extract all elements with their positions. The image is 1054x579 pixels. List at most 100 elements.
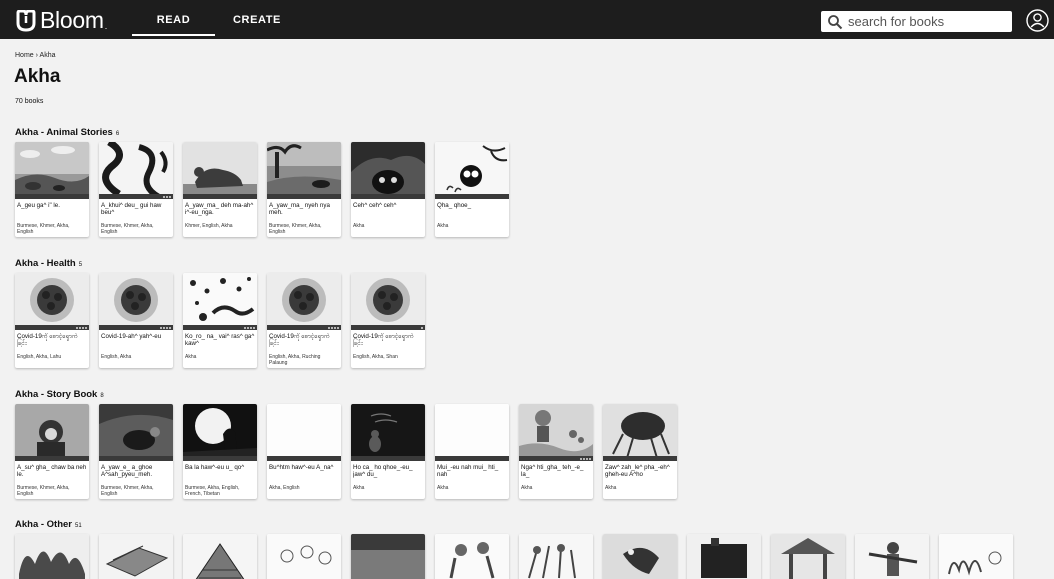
breadcrumb-home[interactable]: Home [15,52,34,59]
book-languages: Burmese, Khmer, Akha, English [269,223,322,235]
book-title: A_geu ga^ i" le. [17,202,60,209]
book-card[interactable]: A_geu ga^ i" le. Burmese, Khmer, Akha, E… [15,142,89,237]
section-count: 6 [115,131,120,137]
book-thumbnail [15,404,89,461]
book-languages: Burmese, Khmer, Akha, English [17,485,70,497]
book-title: Covid-19-ah^ yah^-eu [101,333,162,340]
logo-wordmark: Bloom [40,7,104,33]
book-languages: Burmese, Khmer, Akha, English [101,223,154,235]
book-thumbnail [855,534,929,579]
book-title: A_yaw_ma_ deh ma-ah^ i^-eu_nga. [185,202,254,216]
section-title-story-book[interactable]: Akha - Story Book 8 [15,389,104,400]
section-label: Akha - Animal Stories [15,127,113,138]
book-card[interactable]: Bu^htm haw^-eu A_na^ Akha, English [267,404,341,499]
book-card[interactable]: Covid-19ကို စောင့်ရှောက်ခြင်း English, A… [351,273,425,368]
book-card[interactable]: Covid-19ကို စောင့်ရှောက်ခြင်း English, A… [267,273,341,368]
book-card[interactable]: Nga^ hti_gha_ teh_-e_ la_ Akha [519,404,593,499]
search-icon[interactable] [827,14,843,30]
search-box[interactable] [821,11,1012,32]
book-thumbnail [603,404,677,461]
book-thumbnail [183,273,257,330]
book-thumbnail [603,534,677,579]
book-card[interactable]: Zaw^ zah_le^ pha_-eh^ gheh-eu A^ho Akha [603,404,677,499]
section-title-other[interactable]: Akha - Other 51 [15,519,82,530]
book-title: A_yaw_ma_ nyeh nya meh. [269,202,330,216]
book-languages: Akha [605,485,617,491]
book-thumbnail [267,273,341,330]
tab-read[interactable]: READ [132,0,215,39]
book-languages: Akha [353,223,365,229]
book-thumbnail [519,404,593,461]
tab-create[interactable]: CREATE [222,0,292,39]
book-card[interactable] [351,534,425,579]
book-card[interactable]: Covid-19-ah^ yah^-eu English, Akha [99,273,173,368]
book-card[interactable] [603,534,677,579]
book-thumbnail [15,534,89,579]
book-card[interactable]: Mui_-eu nah mui_ hti_ nah Akha [435,404,509,499]
search-input[interactable] [848,14,1008,29]
section-title-health[interactable]: Akha - Health 5 [15,258,82,269]
book-thumbnail [351,273,425,330]
book-title: Covid-19ကို စောင့်ရှောက်ခြင်း [17,333,78,347]
section-count: 8 [100,393,104,399]
book-thumbnail [519,534,593,579]
book-card[interactable]: A_khui^ deu_ gui haw beu^ Burmese, Khmer… [99,142,173,237]
book-thumbnail [687,534,761,579]
book-title: Mui_-eu nah mui_ hti_ nah [437,464,499,478]
book-card[interactable]: Ho ca_ ho qhoe_-eu_ jaw^ du_ Akha [351,404,425,499]
bloom-logo[interactable]: Bloom . [15,7,107,34]
book-row-health: Covid-19ကို စောင့်ရှောက်ခြင်း English, A… [15,273,425,368]
book-card[interactable] [183,534,257,579]
logo-dot: . [104,20,108,31]
book-languages: English, Akha [101,354,132,360]
book-card[interactable]: A_yaw_e_ a_ghoe A^sah_pyeu_meh. Burmese,… [99,404,173,499]
book-languages: Akha [185,354,197,360]
book-card[interactable] [267,534,341,579]
book-thumbnail [267,404,341,461]
book-languages: Khmer, English, Akha [185,223,233,229]
book-title: A_su^ gha_ chaw ba neh le. [17,464,87,478]
section-title-animal-stories[interactable]: Akha - Animal Stories 6 [15,127,119,138]
book-card[interactable] [99,534,173,579]
book-languages: English, Akha, Ruching Palaung [269,354,321,366]
book-card[interactable]: A_su^ gha_ chaw ba neh le. Burmese, Khme… [15,404,89,499]
book-row-animal-stories: A_geu ga^ i" le. Burmese, Khmer, Akha, E… [15,142,509,237]
book-card[interactable]: Ceh^ ceh^ ceh^ Akha [351,142,425,237]
book-card[interactable] [519,534,593,579]
book-title: Covid-19ကို စောင့်ရှောက်ခြင်း [353,333,414,347]
book-thumbnail [15,273,89,330]
section-label: Akha - Health [15,258,76,269]
section-count: 51 [75,523,82,529]
user-account-icon[interactable] [1026,9,1049,32]
book-card[interactable]: A_yaw_ma_ deh ma-ah^ i^-eu_nga. Khmer, E… [183,142,257,237]
book-title: Ba la haw^-eu u_ qo^ [185,464,245,471]
book-card[interactable]: Ko_ro_ na_ vai^ ras^ ga^ kaw^ Akha [183,273,257,368]
book-count: 70 books [15,98,44,105]
book-thumbnail [99,534,173,579]
book-thumbnail [267,142,341,199]
book-thumbnail [351,404,425,461]
section-label: Akha - Other [15,519,73,530]
book-title: Zaw^ zah_le^ pha_-eh^ gheh-eu A^ho [605,464,670,478]
book-thumbnail [435,404,509,461]
book-card[interactable]: Qha_ qhoe_ Akha [435,142,509,237]
book-languages: Akha [437,485,449,491]
book-card[interactable] [939,534,1013,579]
book-card[interactable] [15,534,89,579]
bloom-logo-icon [16,9,36,32]
book-title: A_yaw_e_ a_ghoe A^sah_pyeu_meh. [101,464,153,478]
book-languages: English, Akha, Shan [353,354,398,360]
book-row-story-book: A_su^ gha_ chaw ba neh le. Burmese, Khme… [15,404,677,499]
book-card[interactable] [687,534,761,579]
book-title: Covid-19ကို စောင့်ရှောက်ခြင်း [269,333,330,347]
section-count: 5 [78,262,83,268]
book-card[interactable] [855,534,929,579]
book-card[interactable]: A_yaw_ma_ nyeh nya meh. Burmese, Khmer, … [267,142,341,237]
book-card[interactable]: Covid-19ကို စောင့်ရှောက်ခြင်း English, A… [15,273,89,368]
book-thumbnail [183,142,257,199]
book-title: A_khui^ deu_ gui haw beu^ [101,202,162,216]
book-card[interactable]: Ba la haw^-eu u_ qo^ Burmese, Akha, Engl… [183,404,257,499]
breadcrumb-separator: › [35,52,38,59]
book-card[interactable] [771,534,845,579]
book-card[interactable] [435,534,509,579]
